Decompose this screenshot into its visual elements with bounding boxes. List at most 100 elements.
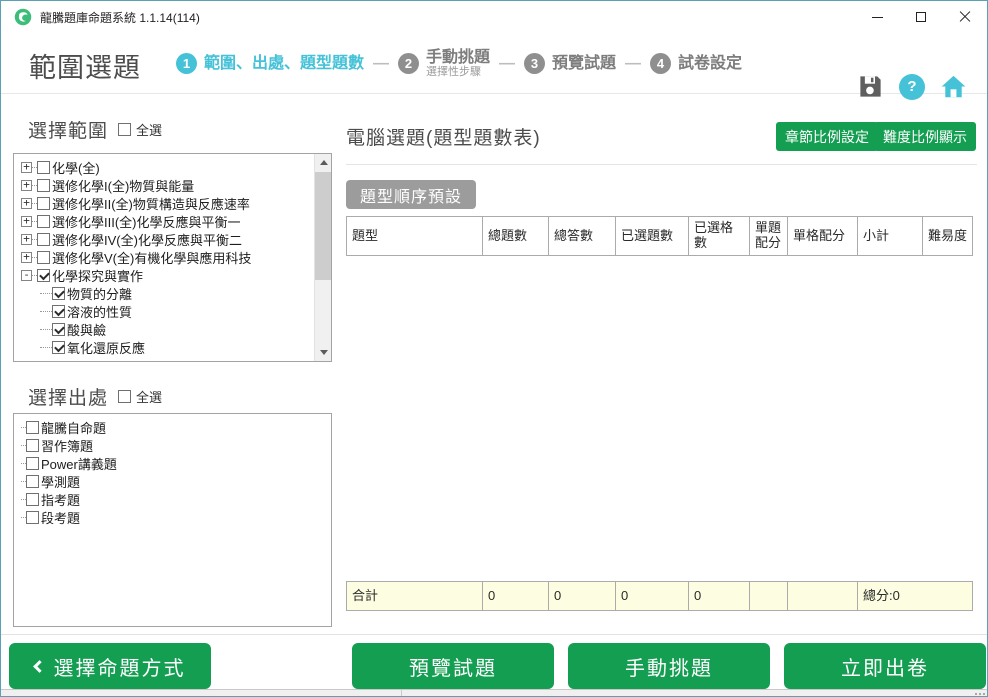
tree-item[interactable]: 氧化還原反應 — [40, 338, 331, 356]
difficulty-ratio-button[interactable]: 難度比例顯示 — [874, 122, 976, 151]
step-3-circle: 3 — [524, 53, 545, 74]
tree-item-label: 選修化學I(全)物質與能量 — [52, 176, 194, 195]
question-table-footer: 合計 0 0 0 0 總分:0 — [346, 581, 973, 611]
footer-total-answers: 0 — [548, 582, 615, 610]
tree-item-checkbox[interactable] — [37, 197, 50, 210]
step-3-preview[interactable]: 3 預覽試題 — [524, 53, 616, 74]
tree-item-checkbox[interactable] — [37, 215, 50, 228]
col-points-per-cell: 單格配分 — [787, 217, 857, 255]
list-item-checkbox[interactable] — [26, 511, 39, 524]
maximize-button[interactable] — [899, 1, 943, 33]
col-selected-questions: 已選題數 — [615, 217, 688, 255]
tree-item-checkbox[interactable] — [52, 323, 65, 336]
close-button[interactable] — [943, 1, 987, 33]
list-item-checkbox[interactable] — [26, 493, 39, 506]
list-item[interactable]: 習作簿題 — [21, 436, 331, 454]
tree-item-checkbox[interactable] — [37, 179, 50, 192]
tree-scrollbar[interactable] — [314, 154, 331, 361]
footer-points-per-question — [749, 582, 787, 610]
scroll-thumb[interactable] — [315, 172, 332, 280]
maximize-icon — [916, 12, 926, 22]
tree-item-label: 選修化學IV(全)化學反應與平衡二 — [52, 230, 242, 249]
source-list: 龍騰自命題習作簿題Power講義題學測題指考題段考題 — [14, 414, 331, 526]
step-2-manual-pick[interactable]: 2 手動挑題 選擇性步驟 — [398, 49, 490, 79]
range-section-header: 選擇範圍 全選 — [28, 116, 162, 143]
tree-item-label: 選修化學III(全)化學反應與平衡一 — [52, 212, 241, 231]
col-selected-cells: 已選格數 — [688, 217, 749, 255]
expander-icon[interactable]: + — [21, 162, 32, 173]
range-tree: +化學(全)+選修化學I(全)物質與能量+選修化學II(全)物質構造與反應速率+… — [14, 154, 331, 356]
tree-item[interactable]: + 選修化學III(全)化學反應與平衡一 — [21, 212, 331, 230]
source-list-box: 龍騰自命題習作簿題Power講義題學測題指考題段考題 — [13, 413, 332, 627]
list-item-checkbox[interactable] — [26, 457, 39, 470]
tree-item[interactable]: +選修化學II(全)物質構造與反應速率 — [21, 194, 331, 212]
step-1-range[interactable]: 1 範圍、出處、題型題數 — [176, 53, 364, 74]
source-select-all-checkbox[interactable] — [118, 390, 131, 403]
source-select-all[interactable]: 全選 — [118, 387, 162, 406]
home-icon[interactable] — [940, 73, 967, 100]
list-item-checkbox[interactable] — [26, 475, 39, 488]
generate-paper-button[interactable]: 立即出卷 — [784, 643, 986, 689]
tree-item-label: 物質的分離 — [67, 284, 132, 303]
tree-item[interactable]: + 化學(全) — [21, 158, 331, 176]
scroll-up-icon[interactable] — [315, 154, 332, 171]
status-bar — [1, 689, 987, 696]
tree-item-checkbox[interactable] — [37, 251, 50, 264]
manual-pick-button[interactable]: 手動挑題 — [568, 643, 770, 689]
list-item[interactable]: 指考題 — [21, 490, 331, 508]
expander-icon[interactable]: + — [21, 234, 32, 245]
expander-icon[interactable]: + — [21, 216, 32, 227]
footer-total-questions: 0 — [482, 582, 548, 610]
tree-item[interactable]: 溶液的性質 — [40, 302, 331, 320]
list-item-checkbox[interactable] — [26, 421, 39, 434]
tree-item[interactable]: 酸與鹼 — [40, 320, 331, 338]
back-to-method-button[interactable]: 選擇命題方式 — [9, 643, 211, 689]
minimize-button[interactable] — [855, 1, 899, 33]
step-4-paper-settings[interactable]: 4 試卷設定 — [650, 53, 742, 74]
footer-total-score: 總分:0 — [857, 582, 972, 610]
range-select-all-checkbox[interactable] — [118, 123, 131, 136]
source-section-title: 選擇出處 — [28, 383, 108, 410]
question-type-order-button[interactable]: 題型順序預設 — [346, 180, 476, 209]
range-select-all[interactable]: 全選 — [118, 120, 162, 139]
expander-icon[interactable]: + — [21, 198, 32, 209]
expander-icon[interactable]: + — [21, 252, 32, 263]
title-bar: 龍騰題庫命題系統 1.1.14(114) — [1, 1, 987, 33]
list-item-label: 段考題 — [41, 508, 80, 527]
tree-item[interactable]: -化學探究與實作 — [21, 266, 331, 284]
page-title: 範圍選題 — [29, 46, 141, 85]
list-item-label: Power講義題 — [41, 454, 117, 473]
step-2-label: 手動挑題 — [426, 49, 490, 67]
scroll-down-icon[interactable] — [315, 344, 332, 361]
tree-item-checkbox[interactable] — [37, 233, 50, 246]
list-item[interactable]: 段考題 — [21, 508, 331, 526]
tree-item[interactable]: + 選修化學I(全)物質與能量 — [21, 176, 331, 194]
tree-item[interactable]: 物質的分離 — [40, 284, 331, 302]
expander-icon[interactable]: + — [21, 180, 32, 191]
tree-item-checkbox[interactable] — [52, 305, 65, 318]
save-icon[interactable] — [857, 73, 884, 100]
tree-item[interactable]: + 選修化學IV(全)化學反應與平衡二 — [21, 230, 331, 248]
tree-item-label: 酸與鹼 — [67, 320, 106, 339]
tree-item-label: 化學(全) — [52, 158, 100, 177]
tree-item-checkbox[interactable] — [52, 287, 65, 300]
list-item[interactable]: 龍騰自命題 — [21, 418, 331, 436]
app-window: 龍騰題庫命題系統 1.1.14(114) 範圍選題 1 範圍、出處、題型題數 —… — [0, 0, 988, 697]
close-icon — [959, 11, 971, 23]
chapter-ratio-button[interactable]: 章節比例設定 — [776, 122, 878, 151]
help-icon[interactable]: ? — [899, 74, 925, 100]
preview-questions-button[interactable]: 預覽試題 — [352, 643, 554, 689]
tree-item-label: 溶液的性質 — [67, 302, 132, 321]
step-1-circle: 1 — [176, 53, 197, 74]
list-item-checkbox[interactable] — [26, 439, 39, 452]
tree-item-checkbox[interactable] — [37, 269, 50, 282]
resize-grip-icon[interactable] — [983, 693, 985, 695]
tree-item-checkbox[interactable] — [37, 161, 50, 174]
tree-item[interactable]: +選修化學V(全)有機化學與應用科技 — [21, 248, 331, 266]
list-item[interactable]: 學測題 — [21, 472, 331, 490]
tree-item-checkbox[interactable] — [52, 341, 65, 354]
list-item[interactable]: Power講義題 — [21, 454, 331, 472]
expander-icon[interactable]: - — [21, 270, 32, 281]
col-question-type: 題型 — [347, 217, 482, 255]
list-item-label: 指考題 — [41, 490, 80, 509]
